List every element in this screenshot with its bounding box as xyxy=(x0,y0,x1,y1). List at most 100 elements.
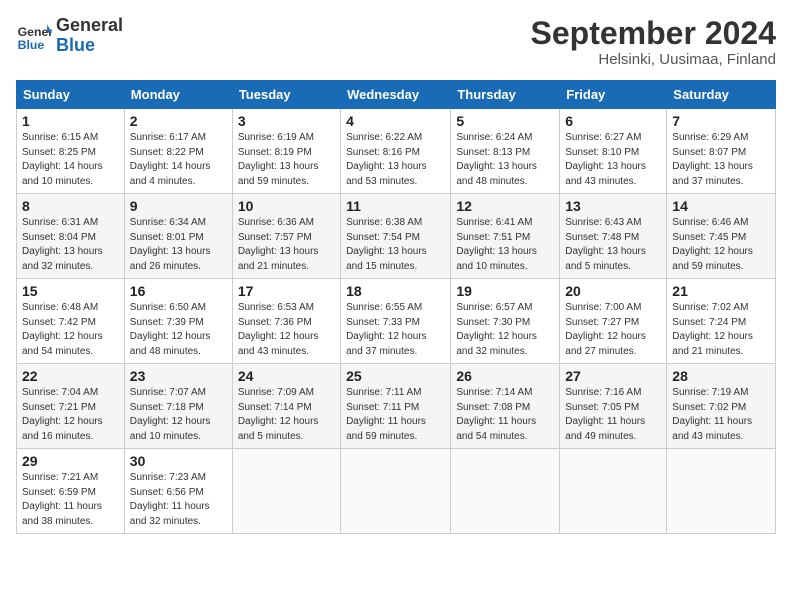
day-info: Sunrise: 6:57 AMSunset: 7:30 PMDaylight:… xyxy=(456,301,554,359)
month-title: September 2024 xyxy=(531,16,776,51)
calendar-cell: 30 Sunrise: 7:23 AMSunset: 6:56 PMDayligh… xyxy=(124,449,232,534)
logo-blue: Blue xyxy=(56,35,95,55)
calendar-cell xyxy=(451,449,560,534)
day-number: 15 xyxy=(22,283,119,299)
day-number: 13 xyxy=(565,198,661,214)
day-info: Sunrise: 7:04 AMSunset: 7:21 PMDaylight:… xyxy=(22,386,119,444)
calendar-cell: 14 Sunrise: 6:46 AMSunset: 7:45 PMDayligh… xyxy=(667,194,776,279)
day-number: 19 xyxy=(456,283,554,299)
weekday-header: Thursday xyxy=(451,81,560,109)
calendar-cell: 27Sunrise: 7:16 AMSunset: 7:05 PMDayligh… xyxy=(560,364,667,449)
day-number: 17 xyxy=(238,283,335,299)
page-header: General Blue General Blue September 2024… xyxy=(16,16,776,68)
day-info: Sunrise: 7:23 AMSunset: 6:56 PMDaylight:… xyxy=(130,471,227,529)
calendar-cell: 23Sunrise: 7:07 AMSunset: 7:18 PMDayligh… xyxy=(124,364,232,449)
day-info: Sunrise: 6:43 AMSunset: 7:48 PMDaylight:… xyxy=(565,216,661,274)
logo-text: General Blue xyxy=(56,16,123,56)
svg-text:General: General xyxy=(18,25,52,39)
calendar-cell: 25Sunrise: 7:11 AMSunset: 7:11 PMDayligh… xyxy=(341,364,451,449)
calendar-week-row: 29Sunrise: 7:21 AMSunset: 6:59 PMDayligh… xyxy=(17,449,776,534)
day-info: Sunrise: 6:34 AMSunset: 8:01 PMDaylight:… xyxy=(130,216,227,274)
calendar-cell: 2Sunrise: 6:17 AMSunset: 8:22 PMDaylight… xyxy=(124,109,232,194)
day-number: 10 xyxy=(238,198,335,214)
day-info: Sunrise: 6:55 AMSunset: 7:33 PMDaylight:… xyxy=(346,301,445,359)
day-info: Sunrise: 7:19 AMSunset: 7:02 PMDaylight:… xyxy=(672,386,770,444)
weekday-header: Monday xyxy=(124,81,232,109)
day-number: 30 xyxy=(130,453,227,469)
calendar-cell: 3 Sunrise: 6:19 AMSunset: 8:19 PMDaylight… xyxy=(232,109,340,194)
weekday-header: Sunday xyxy=(17,81,125,109)
calendar-cell: 26 Sunrise: 7:14 AMSunset: 7:08 PMDayligh… xyxy=(451,364,560,449)
day-number: 18 xyxy=(346,283,445,299)
day-info: Sunrise: 6:38 AMSunset: 7:54 PMDaylight:… xyxy=(346,216,445,274)
location-title: Helsinki, Uusimaa, Finland xyxy=(531,51,776,68)
day-info: Sunrise: 7:00 AMSunset: 7:27 PMDaylight:… xyxy=(565,301,661,359)
calendar-cell: 1 Sunrise: 6:15 AMSunset: 8:25 PMDaylight… xyxy=(17,109,125,194)
calendar-cell: 13 Sunrise: 6:43 AMSunset: 7:48 PMDayligh… xyxy=(560,194,667,279)
day-info: Sunrise: 6:19 AMSunset: 8:19 PMDaylight:… xyxy=(238,131,335,189)
day-info: Sunrise: 7:11 AMSunset: 7:11 PMDaylight:… xyxy=(346,386,445,444)
calendar-cell: 12 Sunrise: 6:41 AMSunset: 7:51 PMDayligh… xyxy=(451,194,560,279)
calendar-cell xyxy=(232,449,340,534)
calendar-cell: 18 Sunrise: 6:55 AMSunset: 7:33 PMDayligh… xyxy=(341,279,451,364)
day-number: 26 xyxy=(456,368,554,384)
day-number: 20 xyxy=(565,283,661,299)
calendar-cell: 24 Sunrise: 7:09 AMSunset: 7:14 PMDayligh… xyxy=(232,364,340,449)
day-number: 4 xyxy=(346,113,445,129)
day-number: 14 xyxy=(672,198,770,214)
day-number: 3 xyxy=(238,113,335,129)
day-info: Sunrise: 6:27 AMSunset: 8:10 PMDaylight:… xyxy=(565,131,661,189)
calendar-cell: 7Sunrise: 6:29 AMSunset: 8:07 PMDaylight… xyxy=(667,109,776,194)
calendar-cell: 20 Sunrise: 7:00 AMSunset: 7:27 PMDayligh… xyxy=(560,279,667,364)
calendar-cell: 5 Sunrise: 6:24 AMSunset: 8:13 PMDaylight… xyxy=(451,109,560,194)
day-number: 16 xyxy=(130,283,227,299)
day-number: 22 xyxy=(22,368,119,384)
day-info: Sunrise: 7:09 AMSunset: 7:14 PMDaylight:… xyxy=(238,386,335,444)
calendar-cell: 19 Sunrise: 6:57 AMSunset: 7:30 PMDayligh… xyxy=(451,279,560,364)
weekday-header: Friday xyxy=(560,81,667,109)
calendar-cell xyxy=(560,449,667,534)
day-number: 6 xyxy=(565,113,661,129)
calendar-cell: 4 Sunrise: 6:22 AMSunset: 8:16 PMDaylight… xyxy=(341,109,451,194)
calendar-week-row: 15 Sunrise: 6:48 AMSunset: 7:42 PMDayligh… xyxy=(17,279,776,364)
logo-general: General xyxy=(56,15,123,35)
logo-icon: General Blue xyxy=(16,18,52,54)
day-info: Sunrise: 7:14 AMSunset: 7:08 PMDaylight:… xyxy=(456,386,554,444)
day-info: Sunrise: 6:48 AMSunset: 7:42 PMDaylight:… xyxy=(22,301,119,359)
day-info: Sunrise: 7:16 AMSunset: 7:05 PMDaylight:… xyxy=(565,386,661,444)
calendar-cell: 6 Sunrise: 6:27 AMSunset: 8:10 PMDaylight… xyxy=(560,109,667,194)
day-number: 12 xyxy=(456,198,554,214)
day-info: Sunrise: 6:31 AMSunset: 8:04 PMDaylight:… xyxy=(22,216,119,274)
day-info: Sunrise: 6:46 AMSunset: 7:45 PMDaylight:… xyxy=(672,216,770,274)
svg-text:Blue: Blue xyxy=(18,38,45,52)
calendar-cell: 11 Sunrise: 6:38 AMSunset: 7:54 PMDayligh… xyxy=(341,194,451,279)
calendar-cell: 28 Sunrise: 7:19 AMSunset: 7:02 PMDayligh… xyxy=(667,364,776,449)
day-info: Sunrise: 6:22 AMSunset: 8:16 PMDaylight:… xyxy=(346,131,445,189)
calendar-cell: 15 Sunrise: 6:48 AMSunset: 7:42 PMDayligh… xyxy=(17,279,125,364)
day-info: Sunrise: 6:15 AMSunset: 8:25 PMDaylight:… xyxy=(22,131,119,189)
day-number: 1 xyxy=(22,113,119,129)
calendar-cell: 17Sunrise: 6:53 AMSunset: 7:36 PMDayligh… xyxy=(232,279,340,364)
day-number: 11 xyxy=(346,198,445,214)
day-info: Sunrise: 6:50 AMSunset: 7:39 PMDaylight:… xyxy=(130,301,227,359)
calendar-cell: 10 Sunrise: 6:36 AMSunset: 7:57 PMDayligh… xyxy=(232,194,340,279)
day-info: Sunrise: 6:36 AMSunset: 7:57 PMDaylight:… xyxy=(238,216,335,274)
day-info: Sunrise: 6:24 AMSunset: 8:13 PMDaylight:… xyxy=(456,131,554,189)
day-info: Sunrise: 7:07 AMSunset: 7:18 PMDaylight:… xyxy=(130,386,227,444)
calendar-cell: 16 Sunrise: 6:50 AMSunset: 7:39 PMDayligh… xyxy=(124,279,232,364)
weekday-header: Saturday xyxy=(667,81,776,109)
day-number: 24 xyxy=(238,368,335,384)
weekday-header-row: SundayMondayTuesdayWednesdayThursdayFrid… xyxy=(17,81,776,109)
calendar-week-row: 22 Sunrise: 7:04 AMSunset: 7:21 PMDayligh… xyxy=(17,364,776,449)
day-number: 28 xyxy=(672,368,770,384)
calendar-table: SundayMondayTuesdayWednesdayThursdayFrid… xyxy=(16,80,776,534)
day-info: Sunrise: 7:02 AMSunset: 7:24 PMDaylight:… xyxy=(672,301,770,359)
day-number: 8 xyxy=(22,198,119,214)
day-info: Sunrise: 6:41 AMSunset: 7:51 PMDaylight:… xyxy=(456,216,554,274)
calendar-cell: 9Sunrise: 6:34 AMSunset: 8:01 PMDaylight… xyxy=(124,194,232,279)
day-info: Sunrise: 6:17 AMSunset: 8:22 PMDaylight:… xyxy=(130,131,227,189)
day-info: Sunrise: 7:21 AMSunset: 6:59 PMDaylight:… xyxy=(22,471,119,529)
day-number: 5 xyxy=(456,113,554,129)
weekday-header: Tuesday xyxy=(232,81,340,109)
calendar-week-row: 1 Sunrise: 6:15 AMSunset: 8:25 PMDaylight… xyxy=(17,109,776,194)
